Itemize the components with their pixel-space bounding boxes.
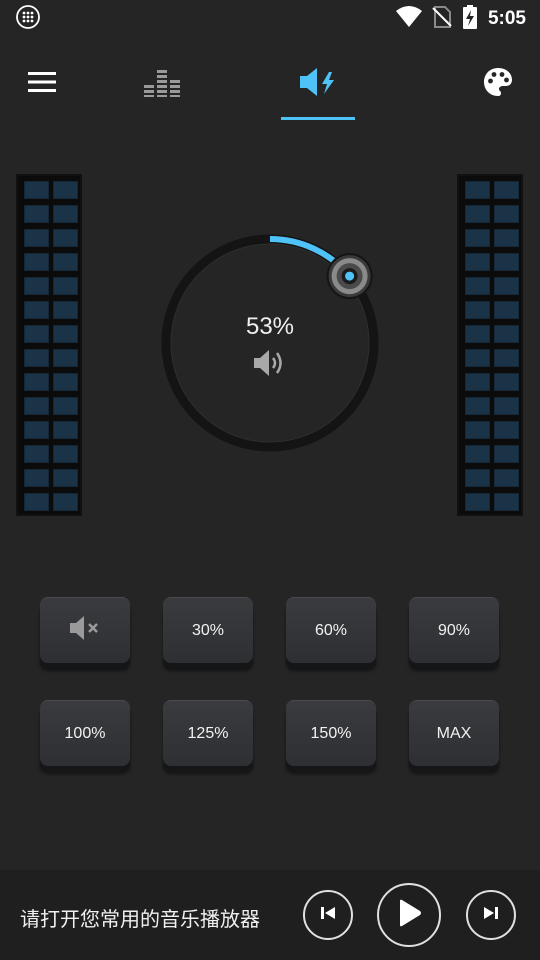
vu-meter-cell — [465, 469, 490, 487]
vu-meter-cell — [53, 277, 78, 295]
previous-icon — [320, 905, 336, 926]
no-sim-icon — [432, 5, 452, 33]
menu-icon — [28, 71, 56, 98]
preset-150-button[interactable]: 150% — [286, 700, 376, 766]
notification-grid-icon — [16, 4, 40, 34]
previous-button[interactable] — [303, 890, 353, 940]
volume-knob-handle[interactable] — [326, 253, 373, 300]
palette-icon — [483, 67, 513, 102]
vu-meter-cell — [53, 253, 78, 271]
vu-meter-cell — [24, 301, 49, 319]
vu-meter-cell — [465, 349, 490, 367]
vu-meter-cell — [494, 301, 519, 319]
vu-meter-cell — [494, 373, 519, 391]
volume-percent: 53% — [245, 313, 295, 340]
mute-icon — [69, 615, 101, 646]
vu-meter-cell — [494, 277, 519, 295]
vu-meter-cell — [465, 493, 490, 511]
vu-meter-cell — [24, 397, 49, 415]
vu-meter-cell — [24, 277, 49, 295]
vu-meter-cell — [494, 181, 519, 199]
vu-meter-cell — [494, 421, 519, 439]
vu-meter-cell — [24, 325, 49, 343]
active-tab-indicator — [281, 117, 355, 120]
preset-100-button[interactable]: 100% — [40, 700, 130, 766]
status-bar: 5:05 — [0, 0, 540, 38]
vu-meter-cell — [53, 397, 78, 415]
preset-125-button[interactable]: 125% — [163, 700, 253, 766]
player-message: 请打开您常用的音乐播放器 — [20, 907, 260, 931]
volume-knob[interactable] — [160, 233, 380, 453]
vu-meter-cell — [465, 181, 490, 199]
next-button[interactable] — [466, 890, 516, 940]
vu-meter-cell — [24, 445, 49, 463]
vu-meter-cell — [465, 373, 490, 391]
vu-meter-cell — [465, 205, 490, 223]
player-bar: 请打开您常用的音乐播放器 — [0, 870, 540, 960]
vu-meter-cell — [24, 493, 49, 511]
top-navigation — [0, 50, 540, 122]
vu-meter-cell — [53, 229, 78, 247]
vu-meter-cell — [494, 445, 519, 463]
vu-meter-cell — [53, 421, 78, 439]
vu-meter-cell — [494, 469, 519, 487]
vu-meter-cell — [53, 469, 78, 487]
theme-button[interactable] — [458, 50, 538, 118]
vu-meter-cell — [465, 421, 490, 439]
vu-meter-cell — [494, 205, 519, 223]
tab-volume-boost[interactable] — [278, 50, 358, 118]
vu-meter-left — [16, 174, 82, 516]
vu-meter-cell — [24, 421, 49, 439]
vu-meter-cell — [494, 349, 519, 367]
play-button[interactable] — [377, 883, 441, 947]
vu-meter-cell — [465, 325, 490, 343]
vu-meter-cell — [53, 181, 78, 199]
vu-meter-cell — [24, 229, 49, 247]
vu-meter-cell — [24, 349, 49, 367]
battery-charging-icon — [462, 4, 478, 34]
vu-meter-cell — [465, 229, 490, 247]
vu-meter-cell — [494, 493, 519, 511]
menu-button[interactable] — [2, 50, 82, 118]
wifi-icon — [395, 5, 422, 33]
vu-meter-cell — [53, 301, 78, 319]
tab-equalizer[interactable] — [122, 50, 202, 118]
vu-meter-cell — [465, 445, 490, 463]
status-time: 5:05 — [487, 8, 526, 29]
vu-meter-cell — [494, 325, 519, 343]
preset-max-button[interactable]: MAX — [409, 700, 499, 766]
preset-90-button[interactable]: 90% — [409, 597, 499, 663]
speaker-icon — [252, 348, 286, 383]
vu-meter-cell — [465, 253, 490, 271]
vu-meter-cell — [494, 397, 519, 415]
vu-meter-cell — [24, 469, 49, 487]
preset-60-button[interactable]: 60% — [286, 597, 376, 663]
vu-meter-cell — [53, 493, 78, 511]
vu-meter-cell — [53, 205, 78, 223]
vu-meter-cell — [53, 373, 78, 391]
vu-meter-cell — [24, 181, 49, 199]
vu-meter-cell — [465, 301, 490, 319]
vu-meter-cell — [494, 229, 519, 247]
vu-meter-cell — [24, 373, 49, 391]
next-icon — [483, 905, 499, 926]
volume-boost-icon — [298, 67, 338, 102]
vu-meter-cell — [53, 349, 78, 367]
vu-meter-right — [457, 174, 523, 516]
mute-button[interactable] — [40, 597, 130, 663]
vu-meter-cell — [24, 205, 49, 223]
preset-30-button[interactable]: 30% — [163, 597, 253, 663]
vu-meter-cell — [465, 397, 490, 415]
equalizer-icon — [144, 67, 180, 102]
vu-meter-cell — [53, 445, 78, 463]
play-icon — [396, 899, 422, 932]
vu-meter-cell — [24, 253, 49, 271]
vu-meter-cell — [53, 325, 78, 343]
vu-meter-cell — [465, 277, 490, 295]
vu-meter-cell — [494, 253, 519, 271]
